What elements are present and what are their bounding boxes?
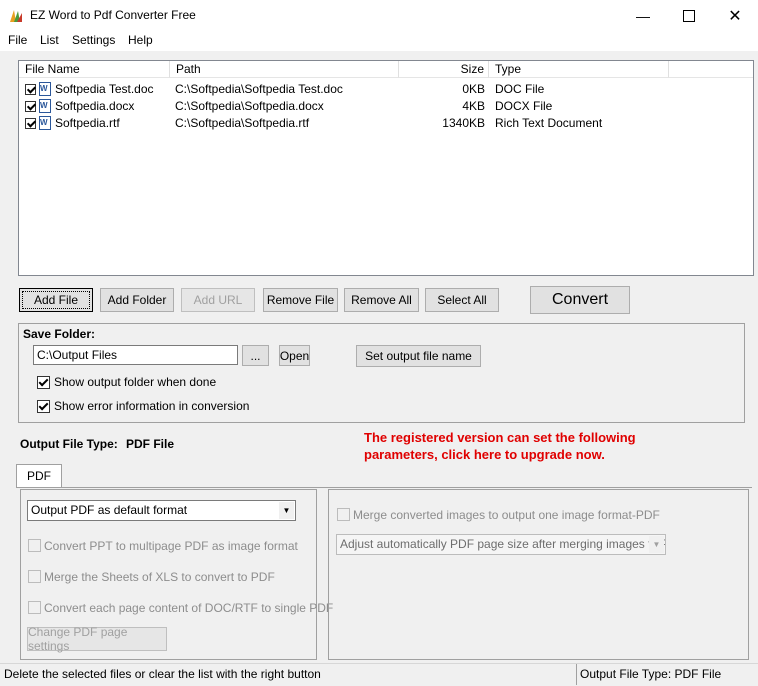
change-pdf-page-settings-button[interactable]: Change PDF page settings: [27, 625, 167, 653]
column-header-path[interactable]: Path: [170, 61, 399, 78]
single-pdf-checkbox[interactable]: [28, 601, 41, 614]
file-type: Rich Text Document: [495, 116, 603, 130]
minimize-icon: —: [636, 7, 650, 24]
set-output-file-name-button[interactable]: Set output file name: [356, 345, 481, 367]
tab-pdf[interactable]: PDF: [16, 464, 62, 488]
file-size: 0KB: [462, 82, 485, 96]
column-header-size[interactable]: Size: [399, 61, 489, 78]
file-type: DOC File: [495, 82, 545, 96]
save-folder-input[interactable]: C:\Output Files: [33, 345, 238, 365]
pdf-format-value: Output PDF as default format: [31, 503, 188, 517]
row-checkbox[interactable]: [25, 84, 36, 95]
close-button[interactable]: ✕: [712, 0, 758, 31]
pdf-format-select[interactable]: Output PDF as default format ▼: [27, 500, 296, 521]
file-size: 4KB: [462, 99, 485, 113]
file-name: Softpedia.docx: [55, 99, 135, 113]
upgrade-link[interactable]: The registered version can set the follo…: [364, 429, 636, 463]
column-header-file-name[interactable]: File Name: [19, 61, 170, 78]
app-icon: [10, 10, 22, 22]
remove-file-button[interactable]: Remove File: [263, 288, 338, 312]
merge-images-label: Merge converted images to output one ima…: [353, 508, 660, 522]
status-output-type: Output File Type: PDF File: [580, 667, 722, 681]
open-folder-button[interactable]: Open: [279, 345, 310, 366]
merge-xls-checkbox[interactable]: [28, 570, 41, 583]
column-header-type[interactable]: Type: [489, 61, 669, 78]
single-pdf-label: Convert each page content of DOC/RTF to …: [44, 601, 334, 615]
add-folder-button[interactable]: Add Folder: [100, 288, 174, 312]
add-file-button[interactable]: Add File: [19, 288, 93, 312]
status-divider: [576, 664, 577, 685]
menu-list[interactable]: List: [40, 33, 59, 47]
row-checkbox[interactable]: [25, 101, 36, 112]
chevron-down-icon: ▼: [279, 502, 294, 519]
minimize-button[interactable]: —: [620, 0, 666, 31]
show-output-folder-checkbox[interactable]: [37, 376, 50, 389]
status-message: Delete the selected files or clear the l…: [4, 667, 321, 681]
maximize-icon: [683, 9, 695, 22]
table-row[interactable]: Softpedia Test.doc C:\Softpedia\Softpedi…: [19, 81, 753, 98]
show-output-folder-label[interactable]: Show output folder when done: [54, 375, 216, 389]
file-path: C:\Softpedia\Softpedia.rtf: [175, 116, 310, 130]
table-row[interactable]: Softpedia.rtf C:\Softpedia\Softpedia.rtf…: [19, 115, 753, 132]
merge-images-checkbox[interactable]: [337, 508, 350, 521]
add-url-button[interactable]: Add URL: [181, 288, 255, 312]
show-error-info-label[interactable]: Show error information in conversion: [54, 399, 249, 413]
merge-xls-label: Merge the Sheets of XLS to convert to PD…: [44, 570, 275, 584]
file-size: 1340KB: [442, 116, 485, 130]
maximize-button[interactable]: [666, 0, 712, 31]
chevron-down-icon: ▼: [649, 536, 664, 553]
file-path: C:\Softpedia\Softpedia Test.doc: [175, 82, 343, 96]
show-error-info-checkbox[interactable]: [37, 400, 50, 413]
menu-settings[interactable]: Settings: [72, 33, 115, 47]
window-title: EZ Word to Pdf Converter Free: [30, 8, 196, 22]
select-all-button[interactable]: Select All: [425, 288, 499, 312]
ppt-image-label: Convert PPT to multipage PDF as image fo…: [44, 539, 298, 553]
save-folder-label: Save Folder:: [23, 327, 96, 341]
browse-button[interactable]: ...: [242, 345, 269, 366]
file-path: C:\Softpedia\Softpedia.docx: [175, 99, 324, 113]
upgrade-line-2: parameters, click here to upgrade now.: [364, 447, 605, 462]
output-file-type-value: PDF File: [126, 437, 175, 451]
file-name: Softpedia Test.doc: [55, 82, 154, 96]
upgrade-line-1: The registered version can set the follo…: [364, 430, 636, 445]
row-checkbox[interactable]: [25, 118, 36, 129]
output-file-type-label: Output File Type:: [20, 437, 118, 451]
menu-file[interactable]: File: [8, 33, 27, 47]
file-list[interactable]: File Name Path Size Type Softpedia Test.…: [18, 60, 754, 276]
file-name: Softpedia.rtf: [55, 116, 120, 130]
file-type: DOCX File: [495, 99, 553, 113]
ppt-image-checkbox[interactable]: [28, 539, 41, 552]
convert-button[interactable]: Convert: [530, 286, 630, 314]
close-icon: ✕: [728, 7, 742, 25]
word-document-icon: [39, 82, 51, 96]
column-header-blank: [669, 61, 753, 78]
adjust-page-size-select[interactable]: Adjust automatically PDF page size after…: [336, 534, 666, 555]
remove-all-button[interactable]: Remove All: [344, 288, 419, 312]
menu-help[interactable]: Help: [128, 33, 153, 47]
table-row[interactable]: Softpedia.docx C:\Softpedia\Softpedia.do…: [19, 98, 753, 115]
word-document-icon: [39, 99, 51, 113]
word-document-icon: [39, 116, 51, 130]
adjust-page-size-value: Adjust automatically PDF page size after…: [340, 537, 666, 551]
